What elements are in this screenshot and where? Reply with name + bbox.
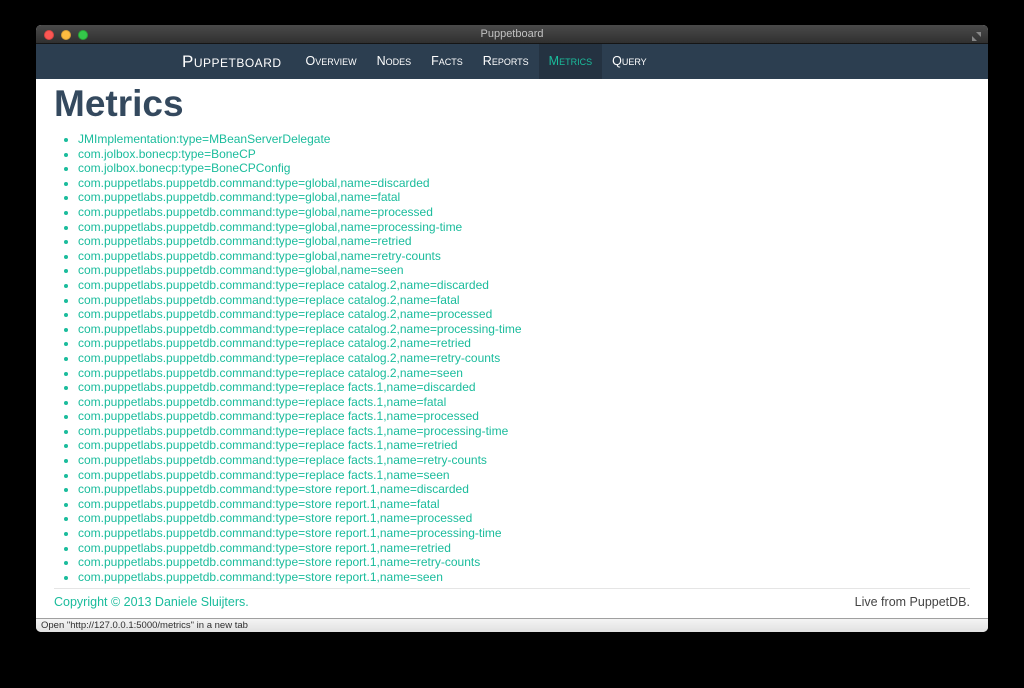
metric-link[interactable]: com.puppetlabs.puppetdb.command:type=rep… [78,380,476,394]
metric-list-item: JMImplementation:type=MBeanServerDelegat… [78,132,970,147]
metric-link[interactable]: com.puppetlabs.puppetdb.command:type=sto… [78,497,440,511]
status-bar-text: Open "http://127.0.0.1:5000/metrics" in … [41,620,248,631]
metric-link[interactable]: com.puppetlabs.puppetdb.command:type=rep… [78,409,479,423]
metric-list-item: com.puppetlabs.puppetdb.command:type=sto… [78,511,970,526]
metric-link[interactable]: com.puppetlabs.puppetdb.command:type=sto… [78,511,472,525]
metric-link[interactable]: com.puppetlabs.puppetdb.command:type=rep… [78,366,463,380]
navbar: Puppetboard Overview Nodes Facts Reports… [36,44,988,79]
status-bar: Open "http://127.0.0.1:5000/metrics" in … [36,618,988,632]
metric-list-item: com.puppetlabs.puppetdb.command:type=glo… [78,249,970,264]
metric-link[interactable]: com.puppetlabs.puppetdb.command:type=glo… [78,249,441,263]
metric-list-item: com.puppetlabs.puppetdb.command:type=glo… [78,234,970,249]
metric-link[interactable]: com.puppetlabs.puppetdb.command:type=glo… [78,220,462,234]
close-button[interactable] [44,29,54,40]
nav-item-label[interactable]: Nodes [367,44,422,79]
metric-link[interactable]: com.puppetlabs.puppetdb.command:type=rep… [78,424,508,438]
metric-list-item: com.puppetlabs.puppetdb.command:type=glo… [78,190,970,205]
metric-list-item: com.puppetlabs.puppetdb.command:type=rep… [78,409,970,424]
metric-list-item: com.puppetlabs.puppetdb.command:type=sto… [78,555,970,570]
metric-link[interactable]: com.puppetlabs.puppetdb.command:type=sto… [78,541,451,555]
page-title: Metrics [54,83,184,124]
metric-list-item: com.puppetlabs.puppetdb.command:type=rep… [78,293,970,308]
metric-list-item: com.puppetlabs.puppetdb.command:type=sto… [78,570,970,585]
metric-link[interactable]: com.puppetlabs.puppetdb.command:type=rep… [78,395,446,409]
nav-item[interactable]: Metrics [538,44,603,79]
metric-link[interactable]: com.puppetlabs.puppetdb.command:type=rep… [78,453,487,467]
metric-list-item: com.puppetlabs.puppetdb.command:type=rep… [78,380,970,395]
metric-link[interactable]: com.puppetlabs.puppetdb.command:type=glo… [78,234,412,248]
metric-link[interactable]: com.puppetlabs.puppetdb.command:type=glo… [78,176,430,190]
metric-list-item: com.puppetlabs.puppetdb.command:type=rep… [78,366,970,381]
nav-item-label[interactable]: Reports [473,44,539,79]
metrics-list: JMImplementation:type=MBeanServerDelegat… [54,132,970,584]
page-footer: Copyright © 2013 Daniele Sluijters. Live… [54,588,970,617]
metric-list-item: com.puppetlabs.puppetdb.command:type=rep… [78,395,970,410]
metric-link[interactable]: com.puppetlabs.puppetdb.command:type=rep… [78,307,492,321]
metric-list-item: com.puppetlabs.puppetdb.command:type=sto… [78,526,970,541]
metric-link[interactable]: com.jolbox.bonecp:type=BoneCP [78,147,256,161]
metric-list-item: com.puppetlabs.puppetdb.command:type=rep… [78,453,970,468]
metric-list-item: com.puppetlabs.puppetdb.command:type=glo… [78,220,970,235]
metric-link[interactable]: com.puppetlabs.puppetdb.command:type=rep… [78,336,471,350]
metric-link[interactable]: com.puppetlabs.puppetdb.command:type=glo… [78,263,404,277]
metric-link[interactable]: com.puppetlabs.puppetdb.command:type=sto… [78,482,469,496]
metric-list-item: com.puppetlabs.puppetdb.command:type=sto… [78,482,970,497]
metric-link[interactable]: com.puppetlabs.puppetdb.command:type=sto… [78,526,502,540]
metric-link[interactable]: com.puppetlabs.puppetdb.command:type=rep… [78,351,500,365]
nav-item[interactable]: Reports [473,44,539,79]
metric-list-item: com.puppetlabs.puppetdb.command:type=glo… [78,263,970,278]
metric-link[interactable]: com.puppetlabs.puppetdb.command:type=rep… [78,468,450,482]
metric-link[interactable]: com.puppetlabs.puppetdb.command:type=rep… [78,438,458,452]
metric-list-item: com.puppetlabs.puppetdb.command:type=rep… [78,351,970,366]
metric-link[interactable]: com.puppetlabs.puppetdb.command:type=rep… [78,278,489,292]
nav-item-label[interactable]: Facts [421,44,473,79]
window-titlebar[interactable]: Puppetboard [36,25,988,44]
metric-link[interactable]: com.puppetlabs.puppetdb.command:type=glo… [78,205,433,219]
metric-list-item: com.puppetlabs.puppetdb.command:type=sto… [78,497,970,512]
metric-link[interactable]: com.puppetlabs.puppetdb.command:type=rep… [78,322,522,336]
metric-list-item: com.puppetlabs.puppetdb.command:type=rep… [78,468,970,483]
metric-link[interactable]: JMImplementation:type=MBeanServerDelegat… [78,132,330,146]
metric-link[interactable]: com.puppetlabs.puppetdb.command:type=glo… [78,190,400,204]
window-title: Puppetboard [480,28,544,40]
zoom-button[interactable] [78,29,88,40]
footer-live-status: Live from PuppetDB. [854,595,970,610]
metric-link[interactable]: com.puppetlabs.puppetdb.command:type=sto… [78,555,480,569]
metric-list-item: com.puppetlabs.puppetdb.command:type=rep… [78,438,970,453]
navbar-brand[interactable]: Puppetboard [182,44,282,79]
minimize-button[interactable] [61,29,71,40]
fullscreen-icon[interactable] [971,29,982,41]
metric-list-item: com.puppetlabs.puppetdb.command:type=sto… [78,541,970,556]
metric-list-item: com.puppetlabs.puppetdb.command:type=rep… [78,307,970,322]
browser-window: Puppetboard Puppetboard Overview Nodes F… [36,25,988,632]
desktop-background: Puppetboard Puppetboard Overview Nodes F… [0,0,1024,688]
nav-item[interactable]: Overview [296,44,367,79]
metric-list-item: com.puppetlabs.puppetdb.command:type=rep… [78,336,970,351]
metric-link[interactable]: com.puppetlabs.puppetdb.command:type=rep… [78,293,460,307]
metric-link[interactable]: com.puppetlabs.puppetdb.command:type=sto… [78,570,443,584]
metric-link[interactable]: com.jolbox.bonecp:type=BoneCPConfig [78,161,290,175]
nav-item[interactable]: Facts [421,44,473,79]
nav-item[interactable]: Nodes [367,44,422,79]
metric-list-item: com.puppetlabs.puppetdb.command:type=glo… [78,205,970,220]
window-controls [44,29,88,40]
nav-item-label[interactable]: Metrics [539,44,602,79]
footer-copyright[interactable]: Copyright © 2013 Daniele Sluijters. [54,595,249,609]
nav-item-label[interactable]: Overview [296,44,367,79]
navbar-menu: Overview Nodes Facts Reports Metrics Que… [296,44,657,79]
nav-item[interactable]: Query [602,44,657,79]
metric-list-item: com.jolbox.bonecp:type=BoneCPConfig [78,161,970,176]
nav-item-label[interactable]: Query [602,44,657,79]
metric-list-item: com.puppetlabs.puppetdb.command:type=glo… [78,176,970,191]
metric-list-item: com.puppetlabs.puppetdb.command:type=rep… [78,322,970,337]
metric-list-item: com.puppetlabs.puppetdb.command:type=rep… [78,424,970,439]
metric-list-item: com.puppetlabs.puppetdb.command:type=rep… [78,278,970,293]
metric-list-item: com.jolbox.bonecp:type=BoneCP [78,147,970,162]
main-content: Metrics JMImplementation:type=MBeanServe… [36,79,988,618]
